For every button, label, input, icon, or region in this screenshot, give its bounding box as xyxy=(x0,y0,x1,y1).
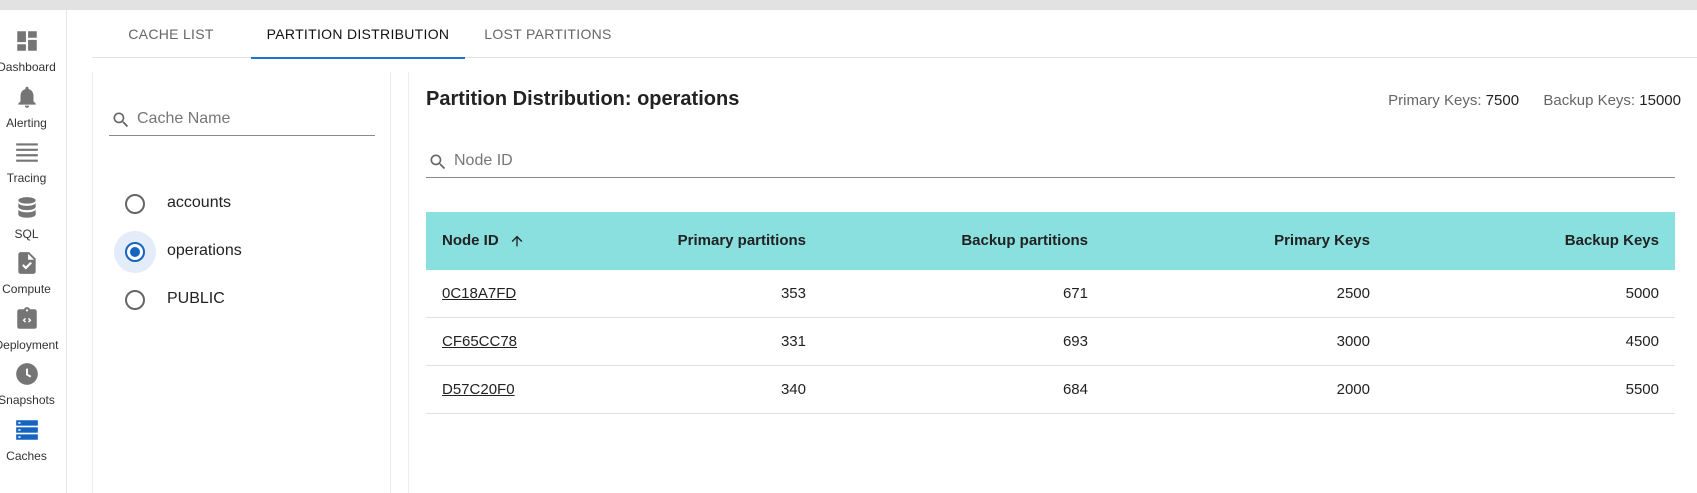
backup-keys-value: 15000 xyxy=(1639,92,1681,109)
table-row: 0C18A7FD 353 671 2500 5000 xyxy=(426,270,1675,318)
nav-item-compute[interactable]: Compute xyxy=(0,236,67,296)
column-header-primary-partitions[interactable]: Primary partitions xyxy=(606,212,806,270)
tab-partition-distribution[interactable]: PARTITION DISTRIBUTION xyxy=(251,10,465,59)
page-title: Partition Distribution: operations xyxy=(426,88,740,110)
nav-item-caches[interactable]: Caches xyxy=(0,403,67,463)
tab-bar: CACHE LIST PARTITION DISTRIBUTION LOST P… xyxy=(92,10,1697,59)
primary-keys-cell: 2000 xyxy=(1336,381,1370,398)
clock-icon xyxy=(16,363,38,385)
nav-item-sql[interactable]: SQL xyxy=(0,181,67,241)
partition-table: Node ID Primary partitions Backup partit… xyxy=(426,212,1675,414)
database-icon xyxy=(18,197,36,218)
cache-selector-panel: accounts operations PUBLIC xyxy=(92,72,391,493)
bell-icon xyxy=(18,86,36,108)
node-id-link[interactable]: D57C20F0 xyxy=(442,381,515,398)
column-header-backup-partitions[interactable]: Backup partitions xyxy=(826,212,1088,270)
radio-button[interactable] xyxy=(123,288,147,312)
cache-option-public[interactable]: PUBLIC xyxy=(123,280,373,320)
compute-icon xyxy=(18,252,36,274)
tracing-icon xyxy=(16,143,38,162)
radio-button-selected[interactable] xyxy=(114,231,156,273)
table-row: D57C20F0 340 684 2000 5500 xyxy=(426,366,1675,414)
primary-partitions-cell: 331 xyxy=(780,333,806,350)
cache-name-input[interactable] xyxy=(137,102,369,136)
cache-option-label: operations xyxy=(167,242,242,259)
radio-button[interactable] xyxy=(123,192,147,216)
node-id-link[interactable]: CF65CC78 xyxy=(442,333,517,350)
column-header-primary-keys[interactable]: Primary Keys xyxy=(1106,212,1370,270)
search-icon xyxy=(113,112,129,128)
deployment-icon xyxy=(17,307,37,329)
window-top-bar xyxy=(0,0,1697,10)
primary-partitions-cell: 353 xyxy=(780,285,806,302)
primary-keys-cell: 2500 xyxy=(1336,285,1370,302)
nav-item-tracing[interactable]: Tracing xyxy=(0,125,67,185)
node-id-link[interactable]: 0C18A7FD xyxy=(442,285,516,302)
node-id-input[interactable] xyxy=(454,144,1654,178)
primary-keys-cell: 3000 xyxy=(1336,333,1370,350)
dashboard-icon xyxy=(17,31,37,51)
cache-option-label: PUBLIC xyxy=(167,290,225,307)
partition-distribution-panel: Partition Distribution: operations Prima… xyxy=(408,72,1697,493)
column-header-backup-keys[interactable]: Backup Keys xyxy=(1386,212,1659,270)
column-header-label: Node ID xyxy=(442,232,499,249)
backup-partitions-cell: 693 xyxy=(1062,333,1088,350)
primary-partitions-cell: 340 xyxy=(780,381,806,398)
key-stats: Primary Keys: 7500 Backup Keys: 15000 xyxy=(1388,92,1681,109)
tab-cache-list[interactable]: CACHE LIST xyxy=(92,10,250,58)
cache-search xyxy=(109,102,375,136)
backup-partitions-cell: 671 xyxy=(1062,285,1088,302)
side-nav: Dashboard Alerting Tracing SQL Compute D… xyxy=(0,10,67,493)
arrow-up-icon[interactable] xyxy=(509,233,525,249)
primary-keys-label: Primary Keys: xyxy=(1388,92,1482,109)
primary-keys-value: 7500 xyxy=(1485,92,1520,109)
nav-item-dashboard[interactable]: Dashboard xyxy=(0,14,67,74)
search-icon xyxy=(430,154,446,170)
caches-icon xyxy=(16,420,38,440)
table-row: CF65CC78 331 693 3000 4500 xyxy=(426,318,1675,366)
cache-option-label: accounts xyxy=(167,194,232,211)
backup-keys-cell: 5000 xyxy=(1625,285,1659,302)
backup-keys-label: Backup Keys: xyxy=(1543,92,1636,109)
node-search xyxy=(426,144,1675,178)
column-header-node-id[interactable]: Node ID xyxy=(442,212,602,270)
nav-item-alerting[interactable]: Alerting xyxy=(0,70,67,130)
nav-item-snapshots[interactable]: Snapshots xyxy=(0,347,67,407)
nav-label: Caches xyxy=(6,449,47,463)
backup-keys-cell: 4500 xyxy=(1625,333,1659,350)
table-header: Node ID Primary partitions Backup partit… xyxy=(426,212,1675,270)
cache-option-operations[interactable]: operations xyxy=(114,231,373,273)
tab-lost-partitions[interactable]: LOST PARTITIONS xyxy=(466,10,630,58)
cache-option-accounts[interactable]: accounts xyxy=(123,184,373,224)
nav-item-deployment[interactable]: Deployment xyxy=(0,292,67,352)
backup-keys-cell: 5500 xyxy=(1625,381,1659,398)
backup-partitions-cell: 684 xyxy=(1062,381,1088,398)
